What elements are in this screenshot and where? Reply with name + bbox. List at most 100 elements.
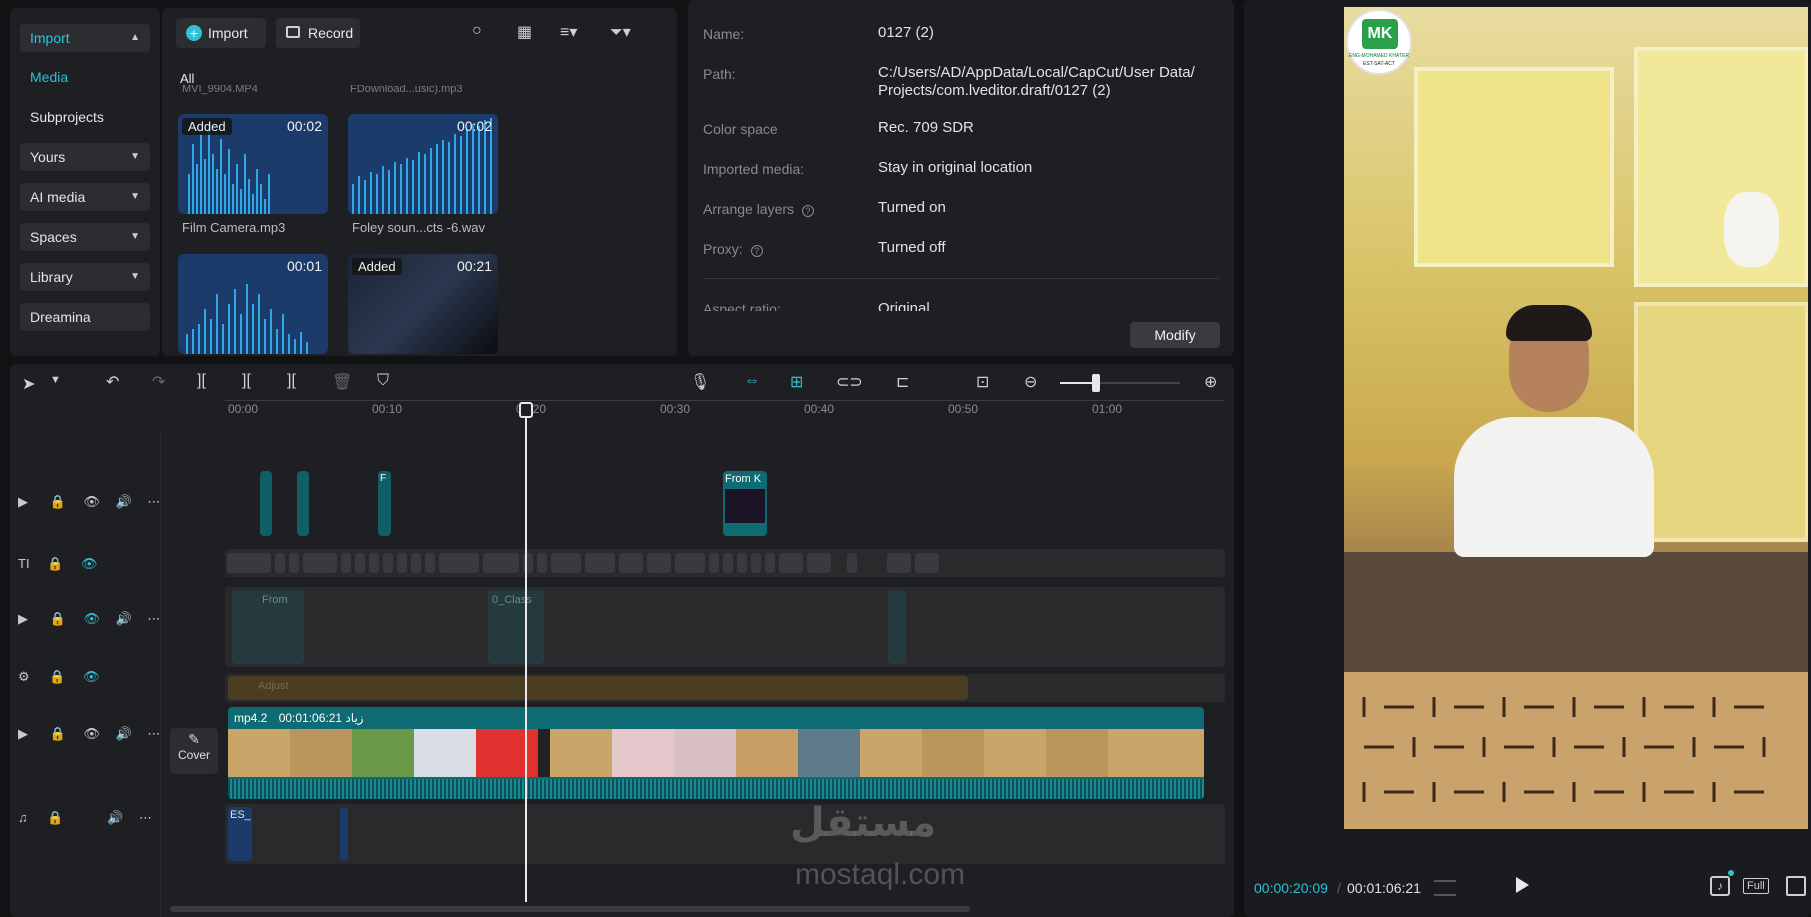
text-track-icon: TI [18,556,30,571]
path-value-line-2: Projects/com.lveditor.draft/0127 (2) [878,82,1111,99]
more-icon[interactable]: ⋯ [147,726,160,741]
ruler-tick: 00:50 [948,402,979,416]
zoom-in-icon[interactable]: ⊕ [1204,372,1217,392]
fit-timeline-icon[interactable]: ⊡ [976,372,989,392]
video-clip-class[interactable]: 0_Class [488,590,544,664]
record-button[interactable]: Record [276,18,360,48]
link-icon[interactable]: ⊂⊃ [836,372,863,392]
grid-view-icon[interactable]: ▦ [517,22,532,42]
undo-icon[interactable]: ↶ [106,372,119,392]
eye-icon[interactable]: 👁 [81,556,98,571]
adjust-clip[interactable]: Adjust [228,676,968,700]
media-thumb-video[interactable]: Added 00:21 [348,254,498,354]
clip-label: From K [725,473,762,485]
nav-subprojects[interactable]: Subprojects [20,103,150,131]
eye-icon[interactable]: 👁 [83,669,100,684]
trim-left-icon[interactable]: ][ [242,372,251,390]
full-button[interactable]: Full [1743,878,1769,894]
overlay-clip[interactable] [260,471,272,536]
lock-icon[interactable]: 🔒 [47,810,63,825]
help-icon[interactable]: ? [801,205,814,217]
video-clip[interactable] [888,590,906,664]
video-track-icon: ▶ [18,494,28,509]
lock-icon[interactable]: 🔒 [50,726,66,741]
delete-icon[interactable]: 🗑 [332,372,352,392]
duration-label: 00:02 [286,118,322,134]
timeline-scrollbar[interactable] [170,906,970,912]
audio-track-icon: ♫ [18,810,28,825]
lock-icon[interactable]: 🔒 [50,494,66,509]
video-track-icon: ▶ [18,611,28,626]
video-clip-from[interactable]: From [232,590,304,664]
more-icon[interactable]: ⋯ [139,810,152,825]
lock-icon[interactable]: 🔒 [49,669,65,684]
eye-icon[interactable]: 👁 [83,494,100,509]
main-video-clip[interactable]: mp4.2 زياد 00:01:06:21 [228,707,1204,799]
fullscreen-icon[interactable] [1786,876,1806,896]
filter-icon[interactable]: ⏷▾ [610,22,631,42]
nav-ai-media-label: AI media [30,189,86,205]
search-icon[interactable]: ○ [472,22,482,40]
split-icon[interactable]: ][ [197,372,206,390]
path-label: Path: [703,66,736,82]
volume-icon[interactable]: 🔊 [116,494,132,509]
eye-icon[interactable]: 👁 [83,726,100,741]
media-thumb-audio[interactable]: 00:01 [178,254,328,354]
audio-clip-es[interactable]: ES_ [228,807,252,861]
overlay-clip[interactable] [297,471,309,536]
track-controls: TI 🔒 👁 [18,556,98,572]
media-panel: + Import Record ○ ▦ ≡▾ ⏷▾ All MVI_9904.M… [162,8,677,356]
volume-icon[interactable]: 🔊 [116,611,132,626]
person-hair [1506,305,1592,341]
list-icon[interactable] [1434,880,1456,896]
lock-icon[interactable]: 🔒 [47,556,63,571]
main-track-magnet-icon[interactable]: ⇔ [744,372,760,390]
select-tool-icon[interactable]: ➤ [22,374,35,394]
trim-right-icon[interactable]: ][ [287,372,296,390]
ruler-tick: 00:30 [660,402,691,416]
video-preview[interactable]: MK ENG-MOHAMED KHATER EST-SAT-ACT [1344,7,1808,829]
volume-icon[interactable]: 🔊 [116,726,132,741]
redo-icon[interactable]: ↷ [152,372,165,392]
sort-icon[interactable]: ≡▾ [560,22,577,42]
import-button[interactable]: + Import [176,18,266,48]
nav-media[interactable]: Media [20,63,150,91]
play-icon[interactable] [1516,877,1529,893]
audio-clip[interactable] [340,807,348,861]
more-icon[interactable]: ⋯ [147,611,160,626]
nav-import[interactable]: Import ▲ [20,24,150,52]
preview-axis-icon[interactable]: ⊏ [896,372,909,392]
media-thumb-foley[interactable]: 00:02 [348,114,498,214]
tiktok-ratio-icon[interactable]: ♪ [1710,876,1730,896]
playhead-handle[interactable] [519,402,533,418]
zoom-slider-handle[interactable] [1092,374,1100,392]
nav-yours[interactable]: Yours ▼ [20,143,150,171]
auto-snap-icon[interactable]: ⊞ [790,372,803,392]
eye-icon[interactable]: 👁 [83,611,100,626]
track-controls: ▶ 🔒 👁 🔊 ⋯ [18,611,160,627]
microphone-icon[interactable]: 🎙 [690,372,710,392]
overlay-clip-from-k[interactable]: From K [723,471,767,536]
lock-icon[interactable]: 🔒 [50,611,66,626]
nav-dreamina[interactable]: Dreamina [20,303,150,331]
more-icon[interactable]: ⋯ [147,494,160,509]
playhead[interactable] [525,402,527,902]
person-shirt [1454,417,1654,557]
imported-media-label: Imported media: [703,161,805,177]
proxy-text: Proxy: [703,241,743,257]
overlay-clip-f[interactable]: F [378,471,391,536]
zoom-out-icon[interactable]: ⊖ [1024,372,1037,392]
cover-button[interactable]: ✎ Cover [170,728,218,774]
media-thumb-film-camera[interactable]: Added 00:02 [178,114,328,214]
help-icon[interactable]: ? [750,245,763,257]
modify-button[interactable]: Modify [1130,322,1220,348]
nav-library[interactable]: Library ▼ [20,263,150,291]
nav-spaces[interactable]: Spaces ▼ [20,223,150,251]
video-track-2 [225,587,1225,667]
nav-ai-media[interactable]: AI media ▼ [20,183,150,211]
marker-icon[interactable]: ⛉ [377,372,389,390]
filter-all-label[interactable]: All [180,71,194,86]
ruler-tick: 00:00 [228,402,259,416]
chevron-down-icon[interactable]: ▼ [50,374,61,386]
volume-icon[interactable]: 🔊 [107,810,123,825]
